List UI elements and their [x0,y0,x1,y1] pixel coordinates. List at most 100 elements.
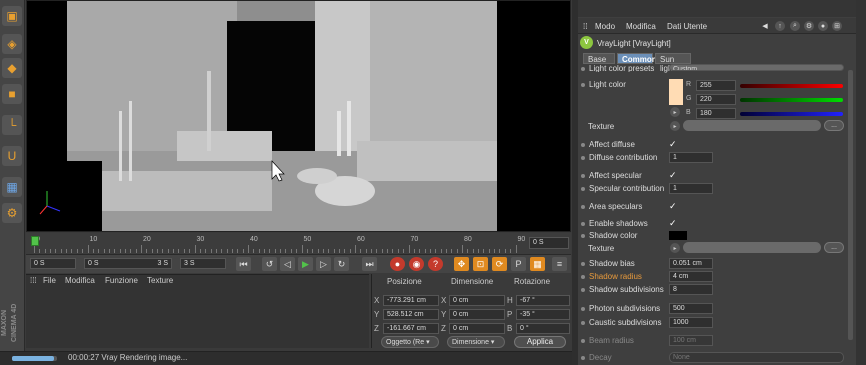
up-arrow-icon[interactable]: ↑ [775,21,785,31]
tab-sun-light[interactable]: Sun light [655,53,691,73]
affect-specular-checkbox[interactable]: ✓ [669,170,677,181]
material-menu-texture[interactable]: Texture [147,276,173,285]
pos-x-field[interactable]: -773.291 cm [383,295,439,306]
pos-z-field[interactable]: -161.667 cm [383,323,439,334]
rot-h-field[interactable]: -67 ° [516,295,570,306]
new-panel-icon[interactable]: ⊞ [832,21,842,31]
tab-base[interactable]: Base [583,53,615,64]
timeline-tick-mark [135,249,137,253]
previous-frame-icon[interactable]: ◁ [280,257,295,271]
specular-contribution-field[interactable]: 1 [669,183,713,194]
affect-diffuse-checkbox[interactable]: ✓ [669,139,677,150]
material-menu-funzione[interactable]: Funzione [105,276,138,285]
light-color-presets-dropdown[interactable]: Custom [669,64,844,71]
cube-solid-icon[interactable]: ◆ [2,58,22,78]
caustic-subdivisions-field[interactable]: 1000 [669,317,713,328]
rotate-key-icon[interactable]: ⟳ [492,257,507,271]
green-channel-slider[interactable] [740,98,843,102]
shadow-color-swatch[interactable] [669,231,687,240]
green-channel-field[interactable]: 220 [696,94,736,105]
size-mode-dropdown[interactable]: Dimensione ▾ [447,336,505,348]
size-y-field[interactable]: 0 cm [449,309,505,320]
record-keys-icon[interactable]: ● [390,257,405,271]
timeline-tick-mark [76,249,78,253]
current-frame-field[interactable]: 0 S [529,237,569,249]
rot-b-label: B [507,324,513,333]
shadow-texture-arrow-icon[interactable]: ▸ [670,243,680,253]
rot-b-field[interactable]: 0 ° [516,323,570,334]
beam-radius-field[interactable]: 100 cm [669,335,713,346]
attributes-menu-dati-utente[interactable]: Dati Utente [667,22,707,31]
diffuse-contribution-field[interactable]: 1 [669,152,713,163]
red-channel-slider[interactable] [740,84,843,88]
pos-y-field[interactable]: 528.512 cm [383,309,439,320]
cube-tool-icon[interactable]: ▣ [2,6,22,26]
timeline-playhead[interactable] [31,236,39,246]
next-frame-icon[interactable]: ▷ [316,257,331,271]
shadow-radius-field[interactable]: 4 cm [669,271,713,282]
texture-field[interactable] [683,120,821,131]
attributes-menu-modifica[interactable]: Modifica [626,22,656,31]
photon-subdivisions-field[interactable]: 500 [669,303,713,314]
shadow-bias-field[interactable]: 0.051 cm [669,258,713,269]
scale-key-icon[interactable]: ⊡ [473,257,488,271]
range-start-label: 0 S [88,260,99,267]
shadow-radius-row: Shadow radius [581,272,642,284]
go-to-start-icon[interactable]: ⏮ [236,257,251,271]
lock-icon[interactable]: ● [818,21,828,31]
area-speculars-checkbox[interactable]: ✓ [669,201,677,212]
attributes-menu-modo[interactable]: Modo [595,22,615,31]
back-arrow-icon[interactable]: ◀ [760,21,770,31]
gear-wheel-icon[interactable]: ⚙ [2,203,22,223]
blue-channel-field[interactable]: 180 [696,108,736,119]
coordinate-mode-dropdown[interactable]: Oggetto (Re ▾ [381,336,439,348]
end-time-field[interactable]: 3 S [180,258,226,269]
red-channel-field[interactable]: 255 [696,80,736,91]
attributes-scrollbar[interactable] [848,70,853,340]
shadow-texture-browse-button[interactable]: ... [824,242,844,253]
shadow-texture-field[interactable] [683,242,821,253]
preview-range-slider[interactable]: 0 S 3 S [84,258,172,269]
play-icon[interactable]: ▶ [298,257,313,271]
parameter-key-icon[interactable]: P [511,257,526,271]
lock-grid-icon[interactable]: ▦ [2,177,22,197]
shadow-subdivisions-field[interactable]: 8 [669,284,713,295]
apply-button[interactable]: Applica [514,336,566,348]
timeline-tick-mark [98,249,100,253]
decay-dropdown[interactable]: None [669,352,844,363]
next-key-icon[interactable]: ↻ [334,257,349,271]
timeline-tick-mark [194,245,196,253]
search-icon[interactable]: ⌕ [790,21,800,31]
timeline-tick-mark [210,249,212,253]
rot-p-field[interactable]: -35 ° [516,309,570,320]
caustic-subdivisions-label: Caustic subdivisions [589,318,662,327]
color-options-icon[interactable]: ▸ [670,107,680,117]
previous-key-icon[interactable]: ↺ [262,257,277,271]
texture-browse-button[interactable]: ... [824,120,844,131]
blue-channel-slider[interactable] [740,112,843,116]
tab-common[interactable]: Common [617,53,657,64]
start-time-field[interactable]: 0 S [30,258,76,269]
magnet-icon[interactable]: U [2,146,22,166]
timeline-menu-icon[interactable]: ≡ [552,257,567,271]
point-level-icon[interactable]: ▦ [530,257,545,271]
corner-tool-icon[interactable]: └ [2,115,22,135]
cube-mode-icon[interactable]: ◈ [2,34,22,54]
timeline-ruler[interactable]: 0102030405060708090 [26,233,571,255]
cube-orange-icon[interactable]: ■ [2,84,22,104]
autokey-icon[interactable]: ◉ [409,257,424,271]
3d-viewport[interactable] [26,0,571,232]
material-menu-modifica[interactable]: Modifica [65,276,95,285]
enable-shadows-checkbox[interactable]: ✓ [669,218,677,229]
move-key-icon[interactable]: ✥ [454,257,469,271]
keyframe-help-icon[interactable]: ? [428,257,443,271]
go-to-end-icon[interactable]: ⏭ [362,257,377,271]
size-z-field[interactable]: 0 cm [449,323,505,334]
light-color-swatch[interactable] [669,79,683,105]
texture-row: Texture [588,122,614,134]
size-mode-value: Dimensione [452,339,489,346]
material-menu-file[interactable]: File [43,276,56,285]
texture-arrow-icon[interactable]: ▸ [670,121,680,131]
size-x-field[interactable]: 0 cm [449,295,505,306]
settings-icon[interactable]: ⚙ [804,21,814,31]
